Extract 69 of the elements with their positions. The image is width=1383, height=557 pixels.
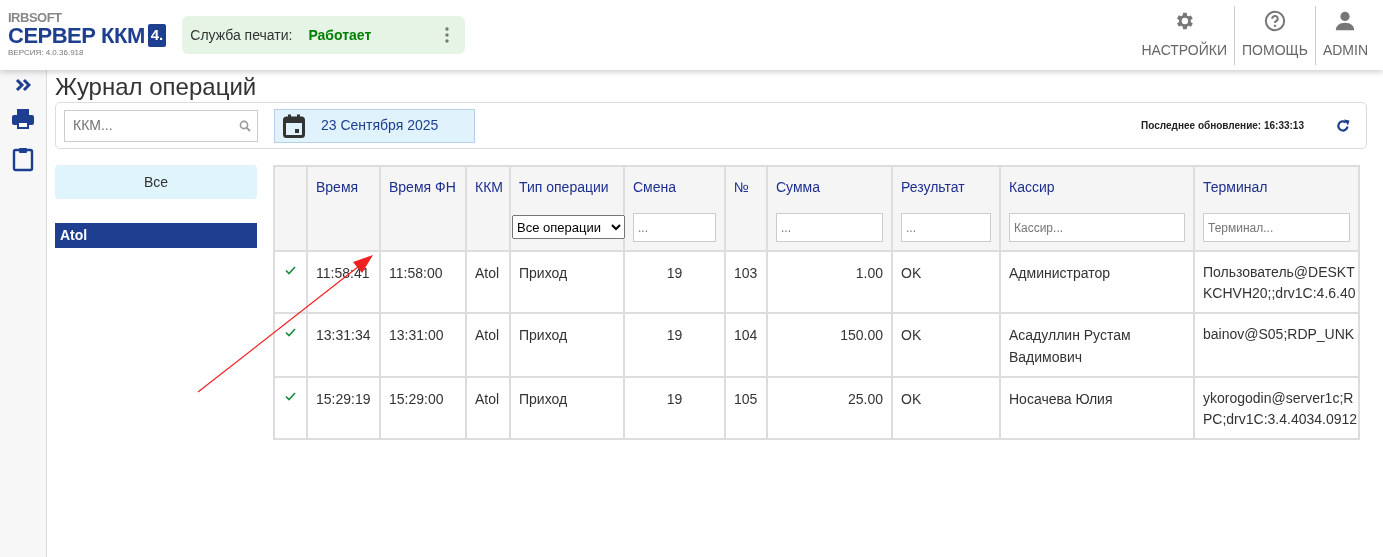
table-cell: Atol [466, 377, 510, 440]
column-title: № [734, 178, 751, 198]
column-filter-field[interactable]: ... [901, 213, 991, 243]
column-title: Смена [633, 178, 678, 198]
search-box[interactable]: ККМ... [64, 109, 258, 142]
column-filter-field[interactable]: ... [633, 213, 716, 243]
table-cell: 25.00 [767, 377, 892, 440]
help-icon [1263, 9, 1286, 32]
column-title: Тип операции [519, 178, 610, 198]
table-cell: Носачева Юлия [1000, 377, 1194, 440]
table-cell: 19 [624, 377, 725, 440]
version-label: ВЕРСИЯ: 4.0.36.918 [8, 46, 85, 59]
table-cell: 15:29:19 [307, 377, 380, 440]
table-cell: Atol [466, 251, 510, 314]
table-cell: OK [892, 251, 1000, 314]
table-cell: 1.00 [767, 251, 892, 314]
table-cell: 103 [725, 251, 767, 314]
table-cell: OK [892, 377, 1000, 440]
top-menu-item[interactable]: НАСТРОЙКИ [1134, 5, 1235, 65]
page-title: Журнал операций [55, 74, 258, 101]
column-title: ККМ [475, 178, 501, 198]
version-badge: 4. [147, 24, 167, 47]
table-cell: Пользователь@DESKT KCHVH20;;drv1C:4.6.40 [1194, 251, 1359, 314]
all-devices-button[interactable]: Все [55, 165, 257, 200]
table-cell: 19 [624, 251, 725, 314]
column-filter-field[interactable]: Кассир... [1009, 213, 1185, 243]
column-title: Время ФН [389, 178, 457, 198]
refresh-icon[interactable] [1336, 118, 1350, 133]
table-cell: 15:29:00 [380, 377, 466, 440]
operation-type-select[interactable]: Все операции [512, 215, 625, 240]
column-filter-field[interactable]: ... [776, 213, 883, 243]
top-menu-item[interactable]: ADMIN [1314, 5, 1375, 65]
printer-icon[interactable] [11, 108, 35, 130]
product-name: СЕРВЕР ККМ [8, 24, 145, 47]
table-cell: Приход [510, 251, 624, 314]
service-status: Работает [308, 25, 373, 45]
column-title: Время [316, 178, 360, 198]
column-title: Сумма [776, 178, 821, 198]
table-cell: OK [892, 313, 1000, 378]
table-cell: Приход [510, 313, 624, 378]
table-cell: 105 [725, 377, 767, 440]
table-cell: Приход [510, 377, 624, 440]
calendar-icon [283, 113, 305, 138]
clipboard-icon[interactable] [12, 146, 34, 172]
column-filter-field[interactable]: Терминал... [1203, 213, 1350, 243]
company-name: IRBSOFT [8, 11, 63, 25]
column-title: Результат [901, 178, 966, 198]
column-title: Терминал [1203, 178, 1269, 198]
table-cell: bainov@S05;RDP_UNK [1194, 313, 1359, 378]
service-label: Служба печати: [190, 25, 293, 45]
table-cell: 13:31:00 [380, 313, 466, 378]
user-icon [1334, 9, 1357, 32]
table-cell: 150.00 [767, 313, 892, 378]
table-cell: 104 [725, 313, 767, 378]
more-icon[interactable] [445, 27, 450, 43]
top-menu-item[interactable]: ПОМОЩЬ [1234, 5, 1315, 65]
search-icon [239, 119, 251, 132]
last-update-label: Последнее обновление: 16:33:13 [1141, 119, 1304, 134]
device-list-item[interactable]: Atol [55, 223, 257, 249]
table-cell: Администратор [1000, 251, 1194, 314]
table-cell: Atol [466, 313, 510, 378]
table-cell: ykorogodin@server1c;R PC;drv1C:3.4.4034.0912 [1194, 377, 1359, 440]
table-cell: Асадуллин Рустам Вадимович [1000, 313, 1194, 378]
column-title: Кассир [1009, 178, 1056, 198]
table-cell: 13:31:34 [307, 313, 380, 378]
date-picker-button[interactable]: 23 Сентября 2025 [274, 108, 475, 143]
table-cell: 19 [624, 313, 725, 378]
expand-icon[interactable] [15, 78, 31, 92]
table-cell: 11:58:00 [380, 251, 466, 314]
